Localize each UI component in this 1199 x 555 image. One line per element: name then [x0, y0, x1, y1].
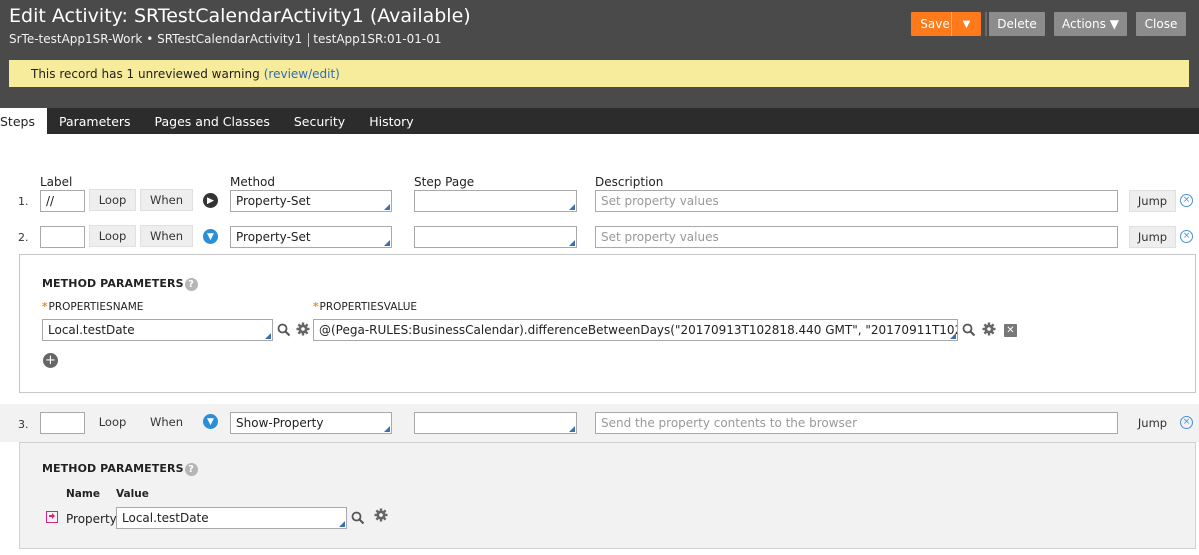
delete-step-icon[interactable]: × [1180, 416, 1193, 429]
breadcrumb: SrTe-testApp1SR-Work • SRTestCalendarAct… [9, 32, 442, 47]
when-button[interactable]: When [140, 411, 193, 433]
delete-step-icon[interactable]: × [1180, 230, 1193, 243]
method-input[interactable]: Property-Set [230, 226, 392, 248]
parameter-name: Property [66, 512, 117, 526]
divider [308, 32, 310, 47]
method-input[interactable]: Property-Set [230, 190, 392, 212]
step-page-input[interactable] [414, 190, 577, 212]
method-column-header: Method [230, 175, 276, 189]
tab-bar: Steps Parameters Pages and Classes Secur… [0, 108, 1199, 134]
value-column-header: Value [116, 488, 149, 500]
jump-button[interactable]: Jump [1129, 190, 1176, 212]
label-column-header: Label [40, 175, 73, 189]
step-page-input[interactable] [414, 226, 577, 248]
step-label-input[interactable] [40, 226, 85, 248]
name-column-header: Name [66, 488, 100, 500]
save-options-button[interactable]: ▼ [951, 12, 981, 36]
method-parameters-title: METHOD PARAMETERS [42, 462, 184, 475]
required-marker: * [313, 301, 319, 313]
properties-name-label: *PROPERTIESNAME [42, 301, 143, 313]
method-parameters-heading: METHOD PARAMETERS? [42, 277, 198, 291]
when-button[interactable]: When [140, 225, 193, 247]
review-warning-link[interactable]: (review/edit) [264, 67, 340, 81]
help-icon[interactable]: ? [184, 277, 198, 291]
loop-button[interactable]: Loop [89, 411, 136, 433]
step-label-input[interactable] [40, 412, 85, 434]
delete-step-icon[interactable]: × [1180, 194, 1193, 207]
properties-value-label: *PROPERTIESVALUE [313, 301, 417, 313]
method-parameters-panel [19, 442, 1196, 549]
remove-parameter-icon[interactable]: ✕ [1004, 324, 1017, 337]
properties-value-label-text: PROPERTIESVALUE [319, 301, 418, 313]
properties-value-input[interactable]: @(Pega-RULES:BusinessCalendar).differenc… [313, 319, 958, 341]
close-button[interactable]: Close [1136, 12, 1186, 36]
description-input[interactable]: Send the property contents to the browse… [595, 412, 1118, 434]
method-parameters-title: METHOD PARAMETERS [42, 277, 184, 290]
search-icon[interactable] [277, 323, 291, 337]
page-title: Edit Activity: SRTestCalendarActivity1 (… [9, 5, 471, 27]
gear-icon[interactable] [374, 508, 388, 522]
step-label-input[interactable]: // [40, 190, 85, 212]
description-input[interactable]: Set property values [595, 226, 1118, 248]
loop-button[interactable]: Loop [89, 225, 136, 247]
properties-name-input[interactable]: Local.testDate [42, 319, 273, 341]
property-value-input[interactable]: Local.testDate [116, 507, 347, 529]
warning-banner: This record has 1 unreviewed warning (re… [9, 60, 1189, 87]
chevron-down-icon[interactable]: ▼ [203, 229, 218, 244]
step-number: 2. [18, 231, 29, 244]
search-icon[interactable] [351, 511, 365, 525]
warning-text: This record has 1 unreviewed warning [31, 66, 260, 81]
chevron-down-icon[interactable]: ▼ [203, 414, 218, 429]
class-breadcrumb: SrTe-testApp1SR-Work • SRTestCalendarAct… [9, 32, 303, 46]
tab-pages-and-classes[interactable]: Pages and Classes [143, 108, 282, 134]
jump-button[interactable]: Jump [1129, 226, 1176, 248]
search-icon[interactable] [962, 323, 976, 337]
expand-icon[interactable] [46, 511, 58, 523]
jump-button[interactable]: Jump [1129, 412, 1176, 434]
tab-security[interactable]: Security [282, 108, 357, 134]
step-page-input[interactable] [414, 412, 577, 434]
step-page-column-header: Step Page [414, 175, 475, 189]
required-marker: * [42, 301, 48, 313]
tab-parameters[interactable]: Parameters [47, 108, 143, 134]
add-parameter-icon[interactable]: + [43, 353, 58, 368]
help-icon[interactable]: ? [184, 462, 198, 476]
properties-name-label-text: PROPERTIESNAME [48, 301, 144, 313]
tab-steps[interactable]: Steps [0, 108, 47, 134]
description-input[interactable]: Set property values [595, 190, 1118, 212]
delete-button[interactable]: Delete [989, 12, 1045, 36]
loop-button[interactable]: Loop [89, 189, 136, 211]
method-parameters-heading: METHOD PARAMETERS? [42, 462, 198, 476]
method-input[interactable]: Show-Property [230, 412, 392, 434]
chevron-right-icon[interactable]: ▶ [203, 193, 218, 208]
actions-button[interactable]: Actions ▼ [1054, 12, 1127, 36]
step-number: 3. [18, 418, 29, 431]
gear-icon[interactable] [296, 322, 310, 336]
ruleset-version: testApp1SR:01-01-01 [313, 32, 442, 46]
divider [985, 12, 987, 36]
description-column-header: Description [595, 175, 664, 189]
header-bar: Edit Activity: SRTestCalendarActivity1 (… [0, 0, 1199, 108]
step-number: 1. [18, 195, 29, 208]
gear-icon[interactable] [982, 322, 996, 336]
when-button[interactable]: When [140, 189, 193, 211]
tab-history[interactable]: History [357, 108, 425, 134]
